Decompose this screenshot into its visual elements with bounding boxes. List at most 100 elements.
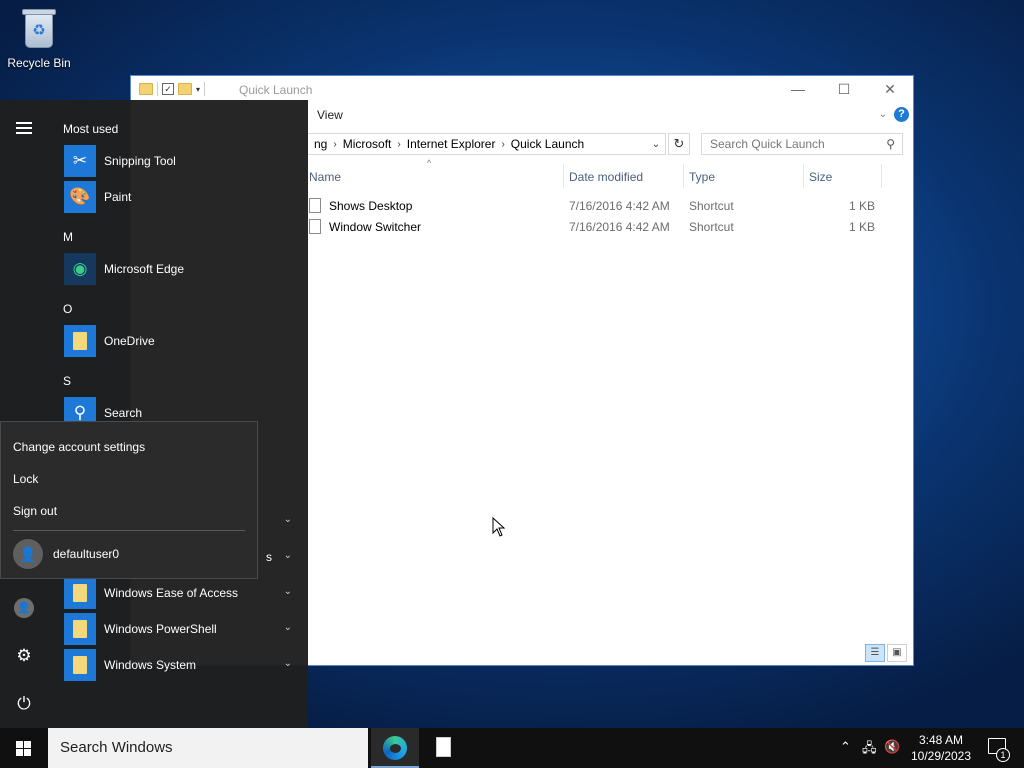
app-item-paint[interactable]: 🎨 Paint	[64, 181, 292, 213]
folder-icon	[64, 613, 96, 645]
view-switcher: ☰ ▣	[865, 644, 907, 662]
search-icon: ⚲	[886, 137, 895, 151]
network-icon[interactable]: 🖧	[862, 739, 877, 761]
file-size: 1 KB	[848, 220, 875, 234]
file-date: 7/16/2016 4:42 AM	[569, 199, 670, 213]
app-item-windows-ease-of-access[interactable]: Windows Ease of Access ⌄	[64, 577, 292, 609]
file-type: Shortcut	[689, 220, 734, 234]
edge-icon	[383, 736, 407, 760]
app-name: Windows Ease of Access	[104, 586, 239, 600]
account-button[interactable]: 👤	[0, 588, 48, 628]
column-header-date[interactable]: Date modified	[569, 170, 643, 184]
system-tray: ⌃ 🖧 🔇 3:48 AM 10/29/2023 1	[824, 728, 1024, 768]
volume-muted-icon[interactable]: 🔇	[884, 739, 900, 755]
power-button[interactable]: ⏻	[0, 684, 48, 724]
title-bar[interactable]: ✓ ▾ Quick Launch — ☐ ✕	[131, 76, 913, 103]
help-icon[interactable]: ?	[894, 107, 909, 122]
app-item-windows-system[interactable]: Windows System ⌄	[64, 649, 292, 681]
most-used-header: Most used	[63, 122, 119, 136]
group-letter-s[interactable]: S	[63, 374, 71, 388]
start-button[interactable]	[0, 728, 48, 768]
file-row[interactable]: Window Switcher 7/16/2016 4:42 AM Shortc…	[307, 217, 887, 238]
close-button[interactable]: ✕	[867, 76, 913, 103]
app-name: Microsoft Edge	[104, 262, 185, 276]
settings-button[interactable]: ⚙	[0, 636, 48, 676]
quick-access-toolbar: ✓ ▾	[139, 82, 206, 96]
folder-icon	[64, 577, 96, 609]
tab-view[interactable]: View	[317, 108, 343, 122]
clock-time: 3:48 AM	[918, 733, 964, 747]
large-icons-view-icon[interactable]: ▣	[887, 644, 907, 662]
refresh-button[interactable]: ↻	[668, 133, 690, 155]
new-folder-icon[interactable]	[178, 83, 192, 95]
app-name: Search	[104, 406, 143, 420]
taskbar-search-text: Search Windows	[60, 739, 173, 756]
app-item-snipping-tool[interactable]: ✂ Snipping Tool	[64, 145, 292, 177]
user-avatar-icon: 👤	[13, 539, 43, 569]
edge-icon: ◉	[64, 253, 96, 285]
hamburger-icon	[16, 122, 32, 134]
user-avatar-icon: 👤	[14, 598, 34, 618]
recycle-bin-shortcut[interactable]: ♻ Recycle Bin	[4, 6, 74, 70]
chevron-down-icon: ⌄	[283, 550, 292, 561]
username: defaultuser0	[53, 547, 120, 561]
folder-icon	[64, 649, 96, 681]
minimize-button[interactable]: —	[775, 76, 821, 103]
group-letter-o[interactable]: O	[63, 302, 72, 316]
details-view-icon[interactable]: ☰	[865, 644, 885, 662]
change-account-settings-item[interactable]: Change account settings	[13, 440, 145, 454]
file-row[interactable]: Shows Desktop 7/16/2016 4:42 AM Shortcut…	[307, 196, 887, 217]
properties-icon[interactable]: ✓	[162, 83, 174, 95]
app-name: Snipping Tool	[104, 154, 176, 168]
app-item-windows-powershell[interactable]: Windows PowerShell ⌄	[64, 613, 292, 645]
clock[interactable]: 3:48 AM 10/29/2023	[906, 732, 976, 764]
account-flyout: Change account settings Lock Sign out 👤 …	[0, 421, 258, 579]
toolbar-divider	[204, 82, 206, 96]
scissors-icon: ✂	[64, 145, 96, 177]
recycle-bin-label: Recycle Bin	[7, 56, 71, 70]
user-account-item[interactable]: 👤 defaultuser0	[13, 538, 247, 570]
app-item-microsoft-edge[interactable]: ◉ Microsoft Edge	[64, 253, 292, 285]
column-divider[interactable]	[803, 164, 804, 188]
breadcrumb-item[interactable]: Microsoft	[337, 137, 398, 151]
app-name: Paint	[104, 190, 132, 204]
taskbar-app-edge[interactable]	[371, 728, 419, 768]
window-title: Quick Launch	[239, 83, 313, 97]
column-divider[interactable]	[563, 164, 564, 188]
divider	[13, 530, 245, 531]
palette-icon: 🎨	[64, 181, 96, 213]
column-header-type[interactable]: Type	[689, 170, 715, 184]
file-name: Shows Desktop	[329, 199, 413, 213]
chevron-up-icon[interactable]: ⌃	[840, 739, 851, 755]
address-bar[interactable]: ng › Microsoft › Internet Explorer › Qui…	[307, 133, 666, 155]
breadcrumb-item[interactable]: Internet Explorer	[401, 137, 502, 151]
onedrive-icon	[64, 325, 96, 357]
sign-out-item[interactable]: Sign out	[13, 504, 57, 518]
file-date: 7/16/2016 4:42 AM	[569, 220, 670, 234]
breadcrumb-item[interactable]: ng	[308, 137, 333, 151]
chevron-down-icon[interactable]: ⌄	[647, 139, 665, 150]
app-name: OneDrive	[104, 334, 155, 348]
expand-ribbon-icon[interactable]: ⌄	[879, 109, 887, 120]
search-input[interactable]: Search Quick Launch ⚲	[701, 133, 903, 155]
app-item-onedrive[interactable]: OneDrive	[64, 325, 292, 357]
breadcrumb-item[interactable]: Quick Launch	[505, 137, 590, 151]
notification-count-badge: 1	[996, 748, 1010, 762]
group-letter-m[interactable]: M	[63, 230, 73, 244]
maximize-button[interactable]: ☐	[821, 76, 867, 103]
expand-menu-button[interactable]	[0, 108, 48, 148]
lock-item[interactable]: Lock	[13, 472, 38, 486]
app-list: Most used ✂ Snipping Tool 🎨 Paint M ◉ Mi…	[48, 100, 308, 728]
customize-toolbar-icon[interactable]: ▾	[196, 85, 200, 94]
chevron-down-icon: ⌄	[283, 622, 292, 633]
folder-icon	[139, 83, 153, 95]
column-header-size[interactable]: Size	[809, 170, 832, 184]
column-divider[interactable]	[683, 164, 684, 188]
column-header-name[interactable]: Name	[309, 170, 341, 184]
search-placeholder: Search Quick Launch	[710, 137, 825, 151]
taskbar-app-document[interactable]	[420, 728, 468, 768]
app-name: Windows System	[104, 658, 197, 672]
shortcut-file-icon	[309, 219, 321, 234]
column-divider[interactable]	[881, 164, 882, 188]
taskbar-search-box[interactable]: Search Windows	[48, 728, 368, 768]
